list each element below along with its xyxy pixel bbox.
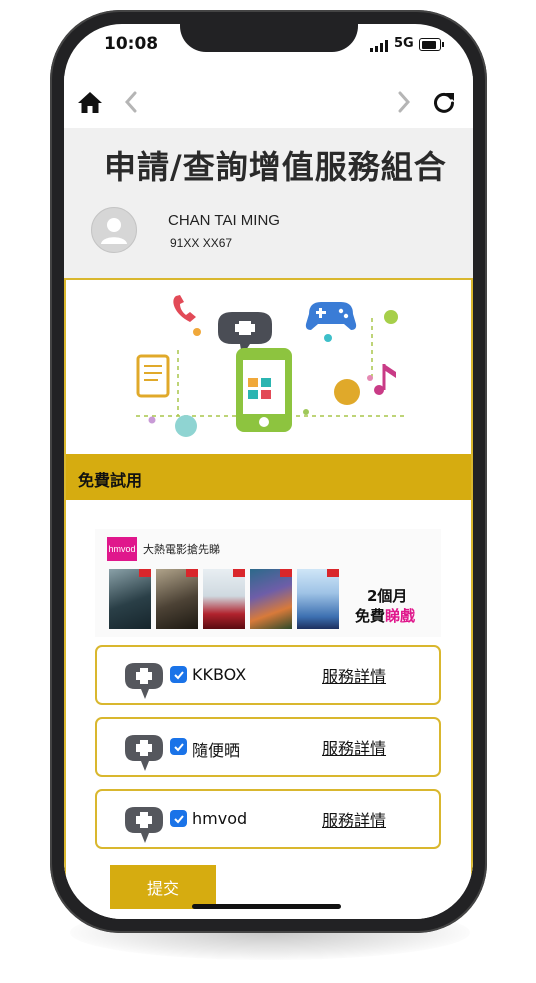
- promo-watch: 睇戲: [385, 607, 416, 625]
- service-checkbox[interactable]: [170, 810, 187, 827]
- browser-nav-bar: [64, 76, 473, 128]
- service-checkbox[interactable]: [170, 738, 187, 755]
- home-indicator[interactable]: [192, 904, 341, 909]
- phone-notch: [180, 24, 358, 52]
- service-row-hmvod: hmvod 服務詳情: [95, 789, 441, 849]
- user-name: CHAN TAI MING: [168, 212, 280, 229]
- add-service-icon: [125, 663, 163, 699]
- forward-icon[interactable]: [393, 76, 415, 128]
- user-phone: 91XX XX67: [170, 236, 233, 250]
- service-row-suibianshai: 隨便晒 服務詳情: [95, 717, 441, 777]
- service-name: 隨便晒: [192, 741, 241, 760]
- battery-icon: [419, 38, 444, 51]
- promo-months: 2個月: [367, 587, 408, 605]
- page-title: 申請/查詢增值服務組合: [104, 148, 447, 186]
- service-checkbox[interactable]: [170, 666, 187, 683]
- service-card: 免費試用 hmvod 大熱電影搶先睇 2個月 免費睇戲 KKBOX 服務詳情 隨…: [64, 278, 473, 919]
- hmvod-logo: hmvod: [107, 537, 137, 561]
- promo-free-text: 免費睇戲: [355, 605, 415, 626]
- phone-frame: 10:08 5G 申請/查詢增值服務組合 CHAN TAI MING 91XX …: [50, 10, 487, 933]
- avatar: [91, 207, 137, 253]
- refresh-icon[interactable]: [430, 76, 458, 128]
- movie-poster-4: [250, 569, 292, 629]
- service-name: hmvod: [192, 809, 248, 828]
- hmvod-promo-banner[interactable]: hmvod 大熱電影搶先睇 2個月 免費睇戲: [95, 529, 441, 637]
- page-header: 申請/查詢增值服務組合 CHAN TAI MING 91XX XX67: [64, 128, 473, 278]
- submit-button[interactable]: 提交: [110, 865, 216, 909]
- service-name: KKBOX: [192, 665, 247, 684]
- free-trial-band: 免費試用: [66, 454, 471, 500]
- service-detail-link[interactable]: 服務詳情: [322, 735, 386, 759]
- network-label: 5G: [394, 36, 414, 51]
- movie-poster-2: [156, 569, 198, 629]
- signal-icon: [370, 40, 392, 52]
- promo-free: 免費: [355, 607, 386, 625]
- movie-poster-5: [297, 569, 339, 629]
- phone-screen: 10:08 5G 申請/查詢增值服務組合 CHAN TAI MING 91XX …: [64, 24, 473, 919]
- service-detail-link[interactable]: 服務詳情: [322, 807, 386, 831]
- promo-tagline: 大熱電影搶先睇: [143, 543, 220, 556]
- hero-illustration: [136, 295, 406, 437]
- movie-poster-1: [109, 569, 151, 629]
- movie-poster-3: [203, 569, 245, 629]
- status-time: 10:08: [104, 34, 159, 54]
- home-icon[interactable]: [76, 76, 104, 128]
- add-service-icon: [125, 807, 163, 843]
- service-row-kkbox: KKBOX 服務詳情: [95, 645, 441, 705]
- add-service-icon: [125, 735, 163, 771]
- free-trial-heading: 免費試用: [78, 471, 143, 490]
- back-icon[interactable]: [120, 76, 142, 128]
- service-detail-link[interactable]: 服務詳情: [322, 663, 386, 687]
